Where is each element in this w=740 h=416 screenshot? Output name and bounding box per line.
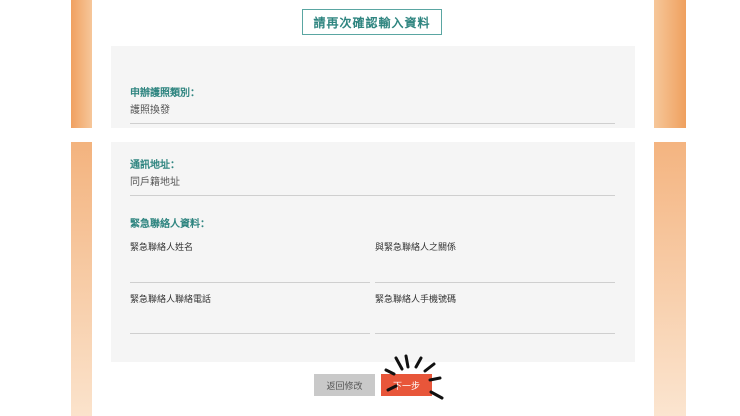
address-value: 同戶籍地址 [130,177,180,188]
page-title: 請再次確認輸入資料 [302,9,442,35]
right-decor-band [654,0,686,416]
emergency-phone-label: 緊急聯絡人聯絡電話 [130,295,212,305]
emergency-contact-label: 緊急聯絡人資料： [130,219,210,230]
divider [130,195,615,196]
back-to-edit-button[interactable]: 返回修改 [314,374,375,396]
contact-card: 通訊地址： 同戶籍地址 緊急聯絡人資料： 緊急聯絡人姓名 與緊急聯絡人之關係 緊… [111,142,635,362]
divider [130,123,615,124]
emergency-mobile-label: 緊急聯絡人手機號碼 [375,295,457,305]
emergency-phone-underline [130,333,370,334]
highlight-scribble-marks [384,354,444,400]
address-label: 通訊地址： [130,160,180,171]
emergency-relation-underline [375,282,615,283]
emergency-name-label: 緊急聯絡人姓名 [130,243,194,253]
emergency-name-underline [130,282,370,283]
passport-type-value: 護照換發 [130,105,170,116]
emergency-mobile-underline [375,333,615,334]
passport-type-label: 申辦護照類別： [130,88,200,99]
emergency-relation-label: 與緊急聯絡人之關係 [375,243,457,253]
left-decor-band [71,0,92,416]
passport-type-card: 申辦護照類別： 護照換發 [111,46,635,128]
